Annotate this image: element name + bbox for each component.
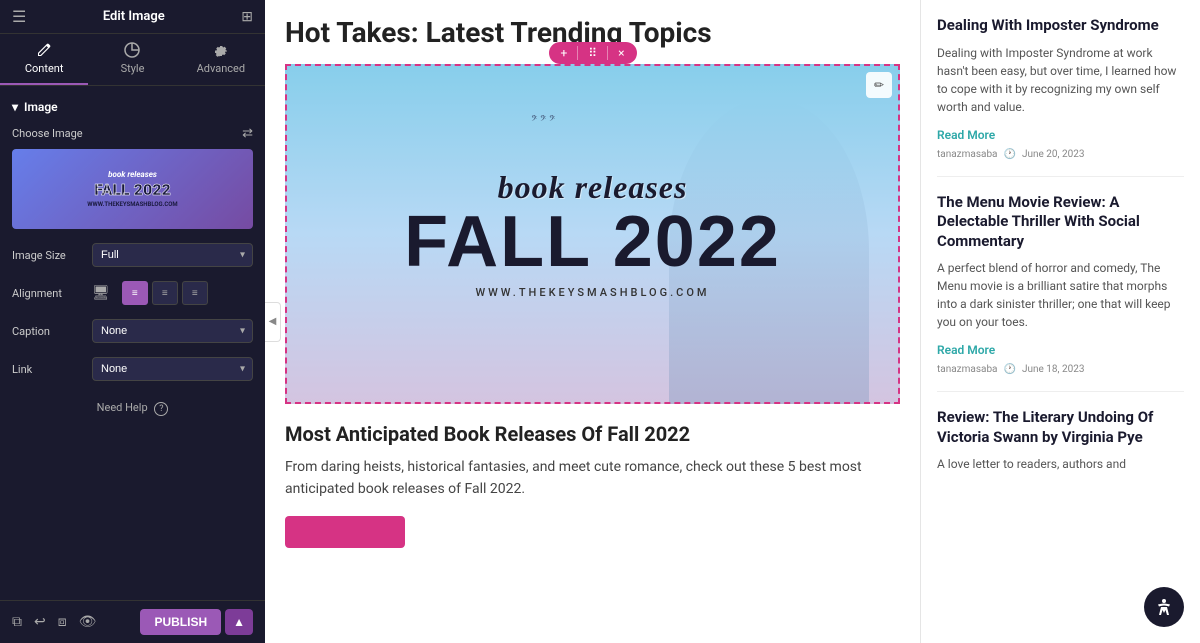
page-content: Hot Takes: Latest Trending Topics 𝄢 𝄢 𝄢 … xyxy=(265,0,920,643)
sidebar-article-title-0: Dealing With Imposter Syndrome xyxy=(937,16,1184,36)
tab-content[interactable]: Content xyxy=(0,34,88,85)
read-more-1[interactable]: Read More xyxy=(937,343,995,357)
image-preview[interactable]: book releases FALL 2022 WWW.THEKEYSMASHB… xyxy=(12,149,253,229)
footer-icons: ⧉ ↩ ⧈ 👁 xyxy=(12,614,96,630)
alignment-label: Alignment xyxy=(12,287,92,300)
link-label: Link xyxy=(12,363,92,376)
menu-icon[interactable]: ☰ xyxy=(12,7,26,26)
move-toolbar-icon[interactable]: ⠿ xyxy=(588,46,597,60)
accessibility-icon[interactable] xyxy=(1144,587,1184,627)
publish-button[interactable]: PUBLISH xyxy=(140,609,221,635)
caption-control: None Caption Text xyxy=(92,319,253,343)
toolbar-divider-2 xyxy=(607,46,608,60)
image-placeholder: book releases FALL 2022 WWW.THEKEYSMASHB… xyxy=(12,149,253,229)
panel-footer: ⧉ ↩ ⧈ 👁 PUBLISH ▲ xyxy=(0,600,265,643)
help-question-icon: ? xyxy=(154,402,168,416)
sidebar-article-0: Dealing With Imposter Syndrome Dealing w… xyxy=(937,16,1184,177)
layers-icon[interactable]: ⧉ xyxy=(12,614,22,630)
sidebar-article-text-2: A love letter to readers, authors and xyxy=(937,455,1184,473)
sidebar-article-text-1: A perfect blend of horror and comedy, Th… xyxy=(937,259,1184,331)
tab-style[interactable]: Style xyxy=(88,34,176,85)
banner-url: WWW.THEKEYSMASHBLOG.COM xyxy=(404,286,781,299)
clock-icon-1: 🕐 xyxy=(1004,364,1016,375)
tab-advanced[interactable]: Advanced xyxy=(177,34,265,85)
article-text: From daring heists, historical fantasies… xyxy=(285,456,900,501)
alignment-row: Alignment 🖥 ≡ ≡ ≡ xyxy=(12,281,253,305)
panel-title: Edit Image xyxy=(103,9,165,24)
publish-group: PUBLISH ▲ xyxy=(140,609,253,635)
sidebar-article-1: The Menu Movie Review: A Delectable Thri… xyxy=(937,193,1184,393)
sidebar-article-text-0: Dealing with Imposter Syndrome at work h… xyxy=(937,44,1184,116)
tab-style-label: Style xyxy=(121,62,145,75)
sidebar-article-2: Review: The Literary Undoing Of Victoria… xyxy=(937,408,1184,497)
image-size-control: Full Large Medium Thumbnail xyxy=(92,243,253,267)
image-size-row: Image Size Full Large Medium Thumbnail xyxy=(12,243,253,267)
caption-row: Caption None Caption Text xyxy=(12,319,253,343)
collapse-chevron-icon: ◀ xyxy=(269,316,277,327)
align-center-btn[interactable]: ≡ xyxy=(152,281,178,305)
align-left-btn[interactable]: ≡ xyxy=(122,281,148,305)
eye-icon[interactable]: 👁 xyxy=(79,614,97,630)
image-section-title: ▾ Image xyxy=(12,100,253,114)
caption-label: Caption xyxy=(12,325,92,338)
style-icon xyxy=(124,42,140,58)
image-size-select[interactable]: Full Large Medium Thumbnail xyxy=(92,243,253,267)
alignment-buttons: 🖥 ≡ ≡ ≡ xyxy=(92,281,253,305)
gear-icon xyxy=(213,42,229,58)
align-right-btn[interactable]: ≡ xyxy=(182,281,208,305)
link-select[interactable]: None Custom URL Media File xyxy=(92,357,253,381)
monitor-icon: 🖥 xyxy=(92,285,110,301)
featured-image[interactable]: 𝄢 𝄢 𝄢 book releases FALL 2022 WWW.THEKEY… xyxy=(285,64,900,404)
sidebar-author-0: tanazmasaba xyxy=(937,149,998,160)
article-title: Most Anticipated Book Releases Of Fall 2… xyxy=(285,422,900,446)
alignment-control: 🖥 ≡ ≡ ≡ xyxy=(92,281,253,305)
featured-image-wrapper[interactable]: 𝄢 𝄢 𝄢 book releases FALL 2022 WWW.THEKEY… xyxy=(285,64,900,404)
main-content: ◀ + ⠿ × Hot Takes: Latest Trending Topic… xyxy=(265,0,920,643)
chevron-icon: ▾ xyxy=(12,100,18,114)
caption-select[interactable]: None Caption Text xyxy=(92,319,253,343)
edit-image-overlay-btn[interactable]: ✏ xyxy=(866,72,892,98)
sidebar-author-1: tanazmasaba xyxy=(937,364,998,375)
publish-chevron-button[interactable]: ▲ xyxy=(225,609,253,635)
floating-toolbar: + ⠿ × xyxy=(548,42,636,64)
pencil-icon xyxy=(36,42,52,58)
grid-icon[interactable]: ⊞ xyxy=(241,9,253,25)
need-help[interactable]: Need Help ? xyxy=(12,401,253,416)
image-size-label: Image Size xyxy=(12,249,92,262)
link-row: Link None Custom URL Media File xyxy=(12,357,253,381)
panel-tabs: Content Style Advanced xyxy=(0,34,265,86)
sidebar-date-1: June 18, 2023 xyxy=(1022,364,1085,375)
close-toolbar-icon[interactable]: × xyxy=(618,46,624,60)
tab-content-label: Content xyxy=(25,62,64,75)
tab-advanced-label: Advanced xyxy=(197,62,245,75)
left-panel: ☰ Edit Image ⊞ Content Style Advanced ▾ … xyxy=(0,0,265,643)
toolbar-divider xyxy=(577,46,578,60)
cta-button[interactable] xyxy=(285,516,405,548)
choose-image-header: Choose Image ⇄ xyxy=(12,126,253,141)
panel-header: ☰ Edit Image ⊞ xyxy=(0,0,265,34)
panel-body: ▾ Image Choose Image ⇄ book releases FAL… xyxy=(0,86,265,600)
sidebar-article-title-2: Review: The Literary Undoing Of Victoria… xyxy=(937,408,1184,447)
sidebar-date-0: June 20, 2023 xyxy=(1022,149,1085,160)
right-sidebar: Dealing With Imposter Syndrome Dealing w… xyxy=(920,0,1200,643)
clock-icon-0: 🕐 xyxy=(1004,149,1016,160)
link-control: None Custom URL Media File xyxy=(92,357,253,381)
collapse-handle[interactable]: ◀ xyxy=(265,302,281,342)
responsive-icon[interactable]: ⧈ xyxy=(58,614,67,630)
add-toolbar-icon[interactable]: + xyxy=(560,46,567,60)
sidebar-meta-0: tanazmasaba 🕐 June 20, 2023 xyxy=(937,149,1184,160)
sidebar-meta-1: tanazmasaba 🕐 June 18, 2023 xyxy=(937,364,1184,375)
read-more-0[interactable]: Read More xyxy=(937,128,995,142)
choose-image-label: Choose Image xyxy=(12,127,83,140)
choose-image-swap-icon[interactable]: ⇄ xyxy=(242,126,253,141)
undo-icon[interactable]: ↩ xyxy=(34,614,46,630)
sidebar-article-title-1: The Menu Movie Review: A Delectable Thri… xyxy=(937,193,1184,252)
